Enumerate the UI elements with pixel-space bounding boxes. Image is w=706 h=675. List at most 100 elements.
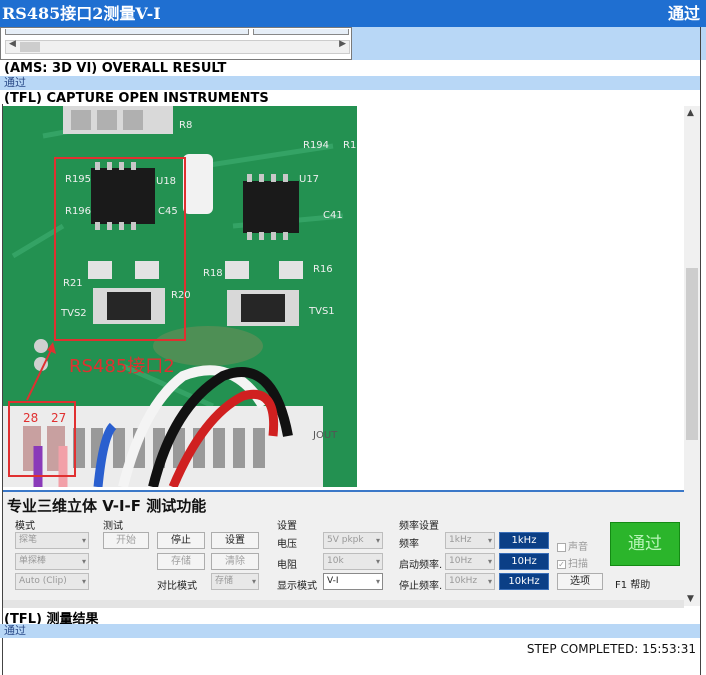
display-mode-label: 显示模式 bbox=[277, 581, 317, 592]
pass-indicator-button[interactable]: 通过 bbox=[610, 522, 680, 566]
probe-select[interactable]: 探笔 ▾ bbox=[15, 532, 89, 549]
chevron-down-icon: ▾ bbox=[375, 557, 380, 566]
single-probe-select[interactable]: 单探棒 ▾ bbox=[15, 553, 89, 570]
section-heading: (AMS: 3D VI) OVERALL RESULT bbox=[4, 61, 227, 76]
stop-freq-value[interactable]: 10kHz bbox=[499, 573, 549, 590]
store-button[interactable]: 存储 bbox=[157, 553, 205, 570]
options-button[interactable]: 选项 bbox=[557, 573, 603, 590]
resistance-value: 10k bbox=[327, 556, 344, 566]
sound-checkbox[interactable]: 声音 bbox=[557, 538, 588, 553]
setup-label: 设置 bbox=[277, 521, 297, 532]
silkscreen-label: R195 bbox=[65, 174, 91, 185]
scroll-thumb[interactable] bbox=[686, 268, 698, 440]
chevron-down-icon: ▾ bbox=[81, 557, 86, 566]
voltage-label: 电压 bbox=[277, 539, 297, 550]
scroll-up-icon[interactable]: ▲ bbox=[687, 108, 694, 118]
freq-value[interactable]: 1kHz bbox=[499, 532, 549, 549]
silkscreen-label: U17 bbox=[299, 174, 319, 185]
scan-label: 扫描 bbox=[568, 559, 588, 570]
silkscreen-label: C41 bbox=[323, 210, 343, 221]
embedded-window: ◀ ▶ bbox=[0, 27, 352, 60]
chevron-down-icon: ▾ bbox=[375, 536, 380, 545]
freq-label: 频率 bbox=[399, 539, 419, 550]
embedded-tab[interactable] bbox=[5, 29, 249, 35]
vertical-scrollbar[interactable]: ▲ ▼ bbox=[684, 106, 700, 606]
silkscreen-label: R8 bbox=[179, 120, 192, 131]
silkscreen-label: R20 bbox=[171, 290, 191, 301]
pin-label: 27 bbox=[51, 411, 66, 425]
title-status: 通过 bbox=[667, 4, 700, 23]
step-completed-status: STEP COMPLETED: 15:53:31 bbox=[526, 642, 696, 656]
silkscreen-label: TVS2 bbox=[60, 308, 87, 319]
voltage-select[interactable]: 5V pkpk ▾ bbox=[323, 532, 383, 549]
scroll-right-icon[interactable]: ▶ bbox=[339, 39, 346, 49]
chevron-down-icon: ▾ bbox=[81, 536, 86, 545]
result-status: 通过 bbox=[0, 624, 700, 638]
start-freq-select-value: 10Hz bbox=[449, 556, 472, 566]
sound-label: 声音 bbox=[568, 542, 588, 553]
silkscreen-label: R196 bbox=[65, 206, 91, 217]
stop-button[interactable]: 停止 bbox=[157, 532, 205, 549]
pin-label: 28 bbox=[23, 411, 38, 425]
mode-label: 模式 bbox=[15, 521, 35, 532]
result-status: 通过 bbox=[0, 76, 700, 90]
display-mode-value: V-I bbox=[327, 576, 339, 586]
auto-clip-value: Auto (Clip) bbox=[19, 576, 67, 586]
compare-mode-label: 对比模式 bbox=[157, 581, 197, 592]
start-button[interactable]: 开始 bbox=[103, 532, 149, 549]
storage-value: 存储 bbox=[215, 576, 234, 586]
freq-settings-label: 频率设置 bbox=[399, 521, 439, 532]
probe-value: 探笔 bbox=[19, 535, 38, 545]
panel-bottom-strip bbox=[3, 600, 684, 608]
silkscreen-label: R1 bbox=[343, 140, 356, 151]
vif-control-panel: 专业三维立体 V-I-F 测试功能 模式 探笔 ▾ 单探棒 ▾ Auto (Clip… bbox=[3, 490, 684, 606]
start-freq-label: 启动频率. bbox=[399, 560, 443, 571]
chevron-down-icon: ▾ bbox=[487, 577, 492, 586]
silkscreen-label: C45 bbox=[158, 206, 178, 217]
silkscreen-label: TVS1 bbox=[308, 306, 335, 317]
silkscreen-label: R194 bbox=[303, 140, 329, 151]
annotation-label: RS485接口2 bbox=[69, 356, 175, 377]
chevron-down-icon: ▾ bbox=[487, 536, 492, 545]
start-freq-select[interactable]: 10Hz ▾ bbox=[445, 553, 495, 570]
silkscreen-label: R21 bbox=[63, 278, 83, 289]
chevron-down-icon: ▾ bbox=[487, 557, 492, 566]
chevron-down-icon: ▾ bbox=[375, 577, 380, 586]
silkscreen-label: R18 bbox=[203, 268, 223, 279]
auto-clip-select[interactable]: Auto (Clip) ▾ bbox=[15, 573, 89, 590]
panel-title: 专业三维立体 V-I-F 测试功能 bbox=[7, 497, 207, 515]
scroll-thumb[interactable] bbox=[20, 42, 40, 52]
settings-button[interactable]: 设置 bbox=[211, 532, 259, 549]
resistance-label: 电阻 bbox=[277, 560, 297, 571]
horizontal-scrollbar[interactable]: ◀ ▶ bbox=[5, 39, 350, 54]
silkscreen-label: R16 bbox=[313, 264, 333, 275]
storage-select[interactable]: 存储 ▾ bbox=[211, 573, 259, 590]
checkbox-icon bbox=[557, 542, 566, 552]
freq-select-value: 1kHz bbox=[449, 535, 472, 545]
section-heading: (TFL) CAPTURE OPEN INSTRUMENTS bbox=[4, 91, 269, 106]
stop-freq-select[interactable]: 10kHz ▾ bbox=[445, 573, 495, 590]
single-probe-value: 单探棒 bbox=[19, 556, 47, 566]
freq-select[interactable]: 1kHz ▾ bbox=[445, 532, 495, 549]
frame-border-right bbox=[700, 27, 701, 675]
stop-freq-select-value: 10kHz bbox=[449, 576, 478, 586]
display-mode-select[interactable]: V-I ▾ bbox=[323, 573, 383, 590]
embedded-tab[interactable] bbox=[253, 29, 349, 35]
chevron-down-icon: ▾ bbox=[81, 577, 86, 586]
window-title: RS485接口2测量V-I bbox=[2, 4, 161, 23]
clear-button[interactable]: 清除 bbox=[211, 553, 259, 570]
silkscreen-label: U18 bbox=[156, 176, 176, 187]
help-label: F1 帮助 bbox=[615, 580, 651, 591]
scan-checkbox[interactable]: ✓ 扫描 bbox=[557, 555, 588, 570]
scroll-left-icon[interactable]: ◀ bbox=[9, 39, 16, 49]
pcb-photo: R8 R194 R1 U18 R195 R196 C45 U17 C41 R21… bbox=[3, 106, 357, 487]
window-title-bar: RS485接口2测量V-I 通过 bbox=[0, 0, 706, 27]
scroll-down-icon[interactable]: ▼ bbox=[687, 594, 694, 604]
stop-freq-label: 停止频率. bbox=[399, 581, 443, 592]
voltage-value: 5V pkpk bbox=[327, 535, 364, 545]
test-label: 测试 bbox=[103, 521, 123, 532]
resistance-select[interactable]: 10k ▾ bbox=[323, 553, 383, 570]
check-icon: ✓ bbox=[557, 559, 566, 569]
chevron-down-icon: ▾ bbox=[251, 577, 256, 586]
start-freq-value[interactable]: 10Hz bbox=[499, 553, 549, 570]
